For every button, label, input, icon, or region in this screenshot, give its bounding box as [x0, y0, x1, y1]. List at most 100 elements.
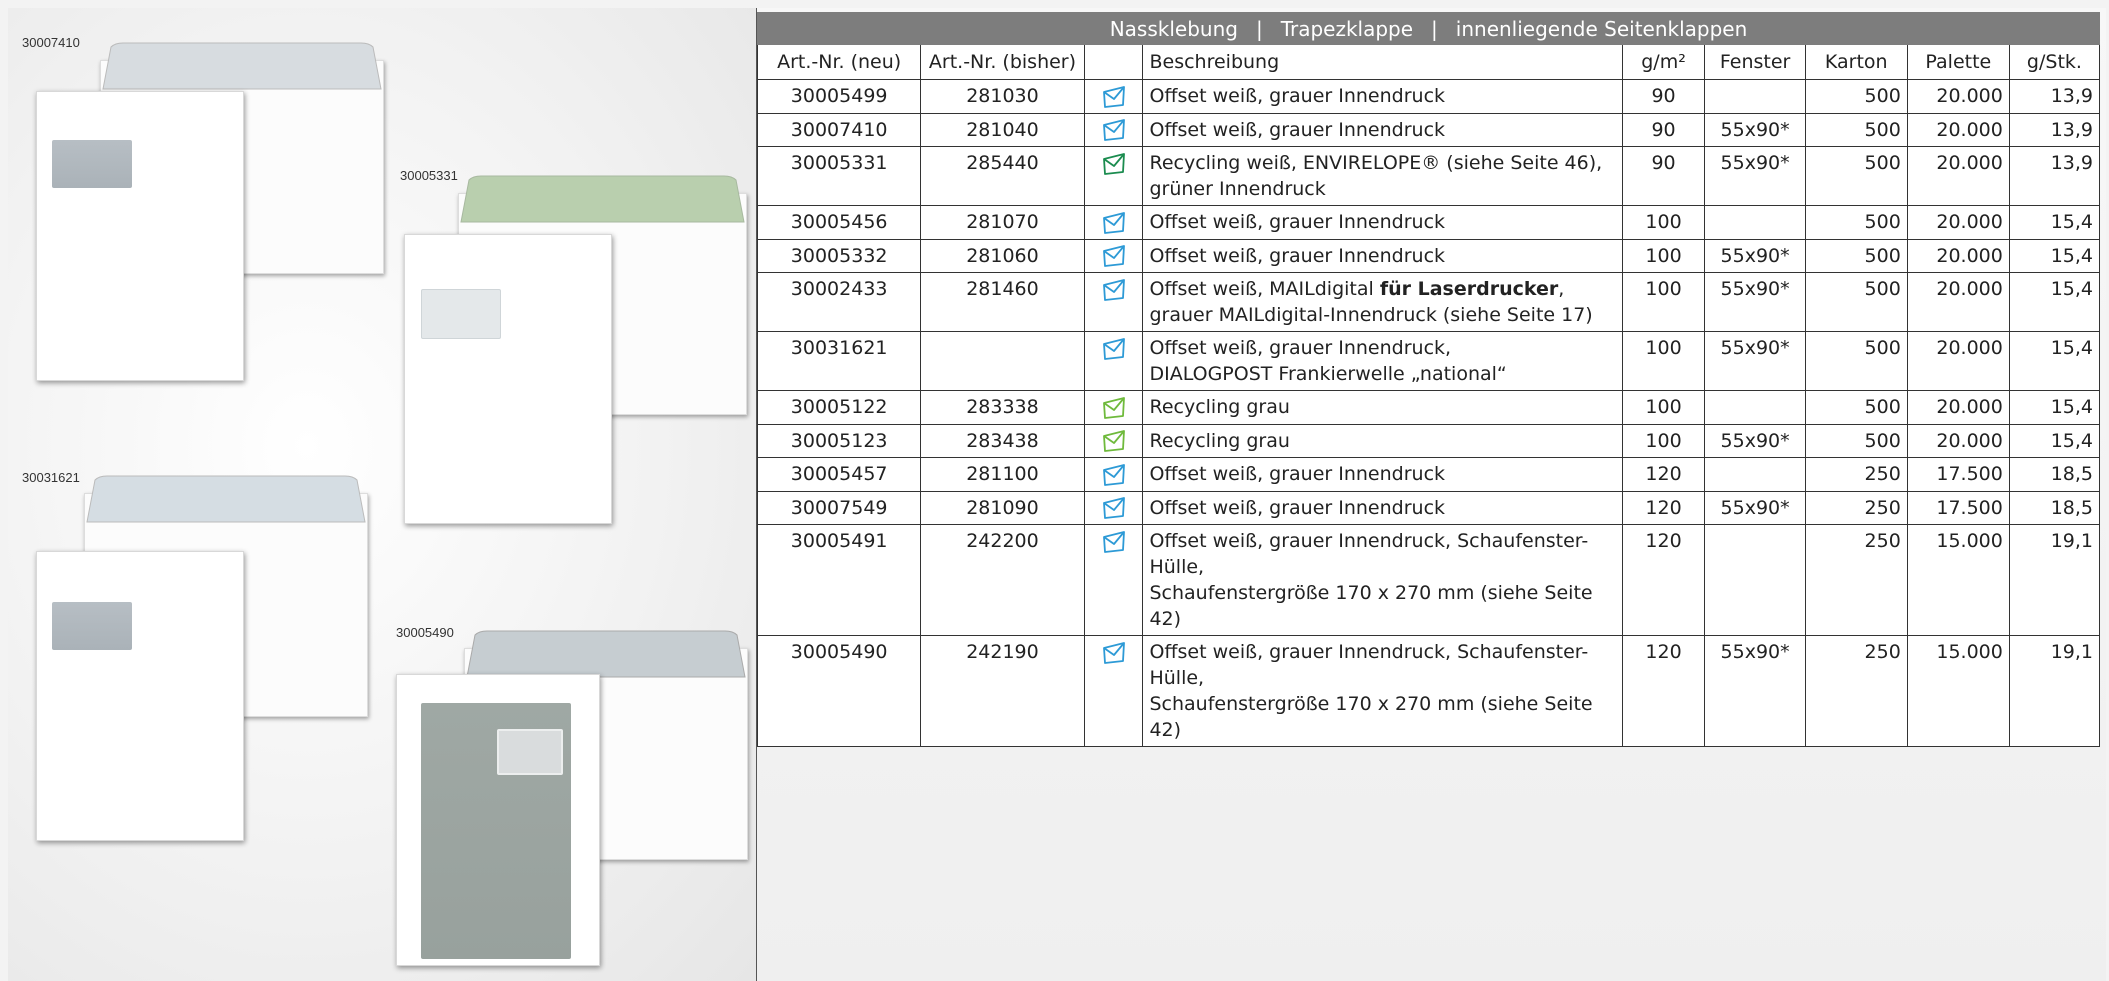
pallet-qty-cell: 15.000	[1906, 524, 2010, 636]
window-size-cell	[1704, 457, 1806, 492]
envelope-window-1	[52, 140, 132, 188]
envelope-blue-icon	[1102, 497, 1125, 519]
carton-qty-cell: 250	[1804, 457, 1908, 492]
description-line-1: Offset weiß, grauer Innendruck	[1149, 211, 1446, 233]
envelope-lightgreen-icon	[1102, 396, 1125, 419]
description-cell: Recycling grau	[1142, 423, 1623, 458]
grammage-cell: 120	[1621, 490, 1706, 525]
description-line-1: Offset weiß, grauer Innendruck	[1149, 244, 1446, 267]
carton-qty-cell: 250	[1804, 524, 1908, 636]
envelope-blue-icon	[1102, 245, 1125, 267]
grammage-cell: 90	[1621, 79, 1706, 114]
col-header-weight: g/Stk.	[2008, 44, 2101, 80]
envelope-type-cell	[1083, 331, 1144, 391]
description-line-1: Recycling grau	[1149, 429, 1290, 452]
article-number-new: 30005457	[756, 457, 922, 492]
article-number-old: 281090	[920, 490, 1085, 525]
envelope-window-2	[421, 289, 501, 339]
carton-qty-cell: 500	[1804, 390, 1908, 425]
envelope-blue-icon	[1102, 119, 1125, 141]
col-header-icon	[1083, 44, 1144, 80]
pallet-qty-cell: 20.000	[1906, 79, 2010, 114]
window-size-cell: 55x90*	[1704, 635, 1806, 747]
description-line-2: Schaufenstergröße 170 x 270 mm (siehe Se…	[1149, 582, 1593, 630]
envelope-type-cell	[1083, 238, 1144, 273]
header-separator: |	[1431, 17, 1438, 41]
grammage-cell: 100	[1621, 272, 1706, 332]
feature-closure: Nassklebung	[1109, 17, 1238, 41]
envelope-type-cell	[1083, 524, 1144, 636]
table-row: 30005331 285440 Recycling weiß, ENVIRELOPE…	[756, 146, 2101, 206]
envelope-type-cell	[1083, 272, 1144, 332]
grammage-cell: 120	[1621, 524, 1706, 636]
envelope-blue-icon	[1102, 530, 1125, 553]
weight-per-piece-cell: 13,9	[2008, 146, 2101, 206]
col-header-description: Beschreibung	[1142, 44, 1623, 80]
envelope-type-cell	[1083, 205, 1144, 240]
article-number-old: 281030	[920, 79, 1085, 114]
article-number-old: 283438	[920, 423, 1085, 458]
pallet-qty-cell: 15.000	[1906, 635, 2010, 747]
envelope-blue-icon	[1102, 211, 1125, 234]
description-cell: Offset weiß, grauer Innendruck, DIALOGPOS…	[1142, 331, 1623, 391]
table-row: 30005123 283438 Recycling grau 100 55x90* 500…	[756, 423, 2101, 458]
article-number-new: 30005123	[756, 423, 922, 458]
weight-per-piece-cell: 13,9	[2008, 112, 2101, 147]
envelope-type-cell	[1083, 390, 1144, 425]
table-row: 30005122 283338 Recycling grau 100 500 20.000…	[756, 390, 2101, 425]
article-number-old: 242200	[920, 524, 1085, 636]
weight-per-piece-cell: 13,9	[2008, 79, 2101, 114]
window-size-cell: 55x90*	[1704, 238, 1806, 273]
closure-features-header: Nassklebung | Trapezklappe | innenliegende S…	[757, 12, 2100, 45]
article-number-old: 285440	[920, 146, 1085, 206]
pallet-qty-cell: 20.000	[1906, 272, 2010, 332]
grammage-cell: 100	[1621, 390, 1706, 425]
article-number-new: 30007549	[756, 490, 922, 525]
pallet-qty-cell: 20.000	[1906, 238, 2010, 273]
description-line-2: Schaufenstergröße 170 x 270 mm (siehe Se…	[1149, 693, 1593, 741]
grammage-cell: 120	[1621, 635, 1706, 747]
feature-sideflaps: innenliegende Seitenklappen	[1455, 17, 1748, 41]
carton-qty-cell: 500	[1804, 112, 1908, 147]
description-line-1: Offset weiß, grauer Innendruck	[1149, 118, 1446, 141]
envelope-flap-4	[466, 630, 746, 678]
window-size-cell: 55x90*	[1704, 331, 1806, 391]
envelope-front-1	[36, 91, 244, 381]
envelope-front-3	[36, 551, 244, 841]
description-line-1: Offset weiß, grauer Innendruck	[1149, 463, 1446, 485]
article-number-new: 30005122	[756, 390, 922, 425]
envelope-front-2	[404, 234, 612, 524]
article-number-old	[920, 331, 1085, 391]
description-line-1: Offset weiß, MAILdigital	[1149, 278, 1380, 300]
table-row: 30005457 281100 Offset weiß, grauer Innend…	[756, 457, 2101, 492]
table-row: 30005332 281060 Offset weiß, grauer Innend…	[756, 238, 2101, 273]
description-line-2: DIALOGPOST Frankierwelle „national“	[1149, 363, 1507, 385]
envelope-blue-icon	[1102, 278, 1125, 301]
pallet-qty-cell: 20.000	[1906, 390, 2010, 425]
col-header-art-old: Art.-Nr. (bisher)	[920, 44, 1085, 80]
product-image-panel: 30007410 30005331 30031621 30005490	[8, 8, 757, 981]
table-row: 30005456 281070 Offset weiß, grauer Innend…	[756, 205, 2101, 240]
description-line-1: Offset weiß, grauer Innendruck, Schaufen…	[1149, 641, 1589, 689]
col-header-window: Fenster	[1704, 44, 1806, 80]
description-line-1: Recycling grau	[1149, 396, 1290, 418]
envelope-flap-2	[460, 175, 745, 223]
article-number-new: 30005332	[756, 238, 922, 273]
description-suffix: ,	[1558, 278, 1565, 300]
article-number-new: 30005499	[756, 79, 922, 114]
envelope-type-cell	[1083, 146, 1144, 206]
window-size-cell	[1704, 524, 1806, 636]
table-row: 30031621 Offset weiß, grauer Innendruck, D…	[756, 331, 2101, 391]
pallet-qty-cell: 20.000	[1906, 112, 2010, 147]
article-number-old: 281040	[920, 112, 1085, 147]
table-header-banner: Nassklebung | Trapezklappe | innenliegende S…	[757, 12, 2100, 45]
description-cell: Recycling weiß, ENVIRELOPE® (siehe Seite…	[1142, 146, 1623, 206]
envelope-type-cell	[1083, 423, 1144, 458]
description-cell: Offset weiß, grauer Innendruck	[1142, 238, 1623, 273]
article-number-new: 30002433	[756, 272, 922, 332]
envelope-type-cell	[1083, 490, 1144, 525]
window-size-cell: 55x90*	[1704, 490, 1806, 525]
description-line-1: Offset weiß, grauer Innendruck	[1149, 496, 1446, 519]
envelope-front-4	[396, 674, 600, 966]
grammage-cell: 100	[1621, 238, 1706, 273]
